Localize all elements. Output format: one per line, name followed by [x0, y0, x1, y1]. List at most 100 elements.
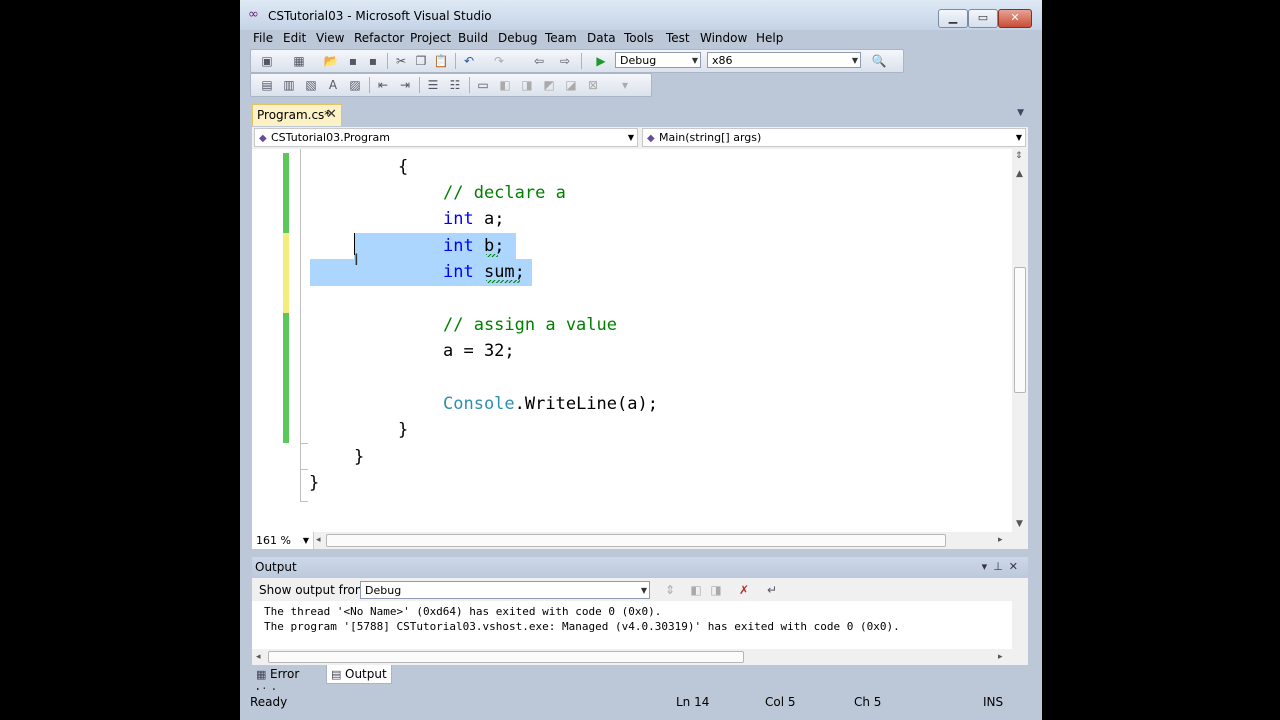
- comment-lines-icon[interactable]: ☰: [425, 77, 441, 93]
- object-browser-icon[interactable]: ▤: [259, 77, 275, 93]
- code-line: a = 32;: [443, 341, 515, 361]
- new-project-icon[interactable]: ▣: [259, 53, 275, 69]
- solution-platform-select[interactable]: x86 ▼: [707, 52, 861, 68]
- scroll-right-icon[interactable]: ▸: [998, 535, 1003, 545]
- scroll-left-icon[interactable]: ◂: [256, 652, 261, 662]
- output-toolbar: Show output from: Debug ▼ ⇕ ◧ ◨ ✗ ↵: [252, 578, 1028, 601]
- minimize-button[interactable]: ▁: [938, 9, 968, 28]
- output-horizontal-scrollbar[interactable]: ◂ ▸: [252, 649, 1028, 665]
- scroll-left-icon[interactable]: ◂: [316, 535, 321, 545]
- word-completion-icon[interactable]: A: [325, 77, 341, 93]
- toolbar-separator: [469, 77, 470, 93]
- save-all-icon[interactable]: ▪: [365, 53, 381, 69]
- chevron-down-icon: ▼: [691, 56, 698, 65]
- scroll-down-icon[interactable]: ▼: [1016, 519, 1023, 529]
- warning-squiggle: [486, 280, 520, 283]
- navigate-backward-icon[interactable]: ⇦: [531, 53, 547, 69]
- scroll-up-icon[interactable]: ▲: [1016, 169, 1023, 179]
- scroll-right-icon[interactable]: ▸: [998, 652, 1003, 662]
- previous-bookmark-folder-icon[interactable]: ◩: [541, 77, 557, 93]
- go-to-next-message-icon[interactable]: ◨: [708, 582, 724, 598]
- tab-output[interactable]: ▤ Output: [326, 665, 392, 684]
- copy-icon[interactable]: ❐: [413, 53, 429, 69]
- add-item-icon[interactable]: ▦: [291, 53, 307, 69]
- output-vertical-scrollbar[interactable]: [1012, 601, 1028, 649]
- increase-indent-icon[interactable]: ⇥: [397, 77, 413, 93]
- visual-studio-logo-icon: ∞: [248, 7, 259, 22]
- go-to-previous-message-icon[interactable]: ◧: [688, 582, 704, 598]
- quick-info-icon[interactable]: ▥: [281, 77, 297, 93]
- navigate-forward-icon[interactable]: ⇨: [557, 53, 573, 69]
- text-editor-toolbar: ▤ ▥ ▧ A ▨ ⇤ ⇥ ☰ ☷ ▭ ◧ ◨ ◩ ◪ ⊠ ▾: [250, 73, 652, 97]
- menu-file[interactable]: File: [253, 31, 273, 45]
- toggle-word-wrap-icon[interactable]: ↵: [764, 582, 780, 598]
- toolbar-overflow-icon[interactable]: ▾: [617, 77, 633, 93]
- decrease-indent-icon[interactable]: ⇤: [375, 77, 391, 93]
- toolbar-separator: [369, 77, 370, 93]
- code-editor[interactable]: { // declare a int a; int b; int sum; //…: [252, 149, 1012, 532]
- split-handle-icon[interactable]: ⇕: [1015, 151, 1023, 161]
- panel-window-controls[interactable]: ▾⊥✕: [982, 560, 1024, 573]
- outlining-tick: [300, 469, 308, 470]
- open-file-icon[interactable]: 📂: [323, 53, 339, 69]
- close-window-button[interactable]: ✕: [998, 9, 1032, 28]
- tab-error-list[interactable]: ▦Error List: [252, 665, 324, 700]
- menu-edit[interactable]: Edit: [283, 31, 306, 45]
- keyword-int: int: [443, 209, 474, 229]
- uncomment-lines-icon[interactable]: ☷: [447, 77, 463, 93]
- next-bookmark-icon[interactable]: ◨: [519, 77, 535, 93]
- menu-view[interactable]: View: [316, 31, 344, 45]
- editor-vertical-scrollbar[interactable]: ⇕ ▲ ▼: [1012, 149, 1028, 532]
- scrollbar-thumb[interactable]: [326, 534, 946, 547]
- paste-icon[interactable]: 📋: [433, 53, 449, 69]
- menu-debug[interactable]: Debug: [498, 31, 537, 45]
- menu-help[interactable]: Help: [756, 31, 783, 45]
- scrollbar-thumb[interactable]: [1014, 267, 1026, 393]
- document-tab-strip: Program.cs* ✕ ▼: [252, 102, 1028, 126]
- configuration-value: Debug: [620, 54, 657, 67]
- undo-icon[interactable]: ↶: [461, 53, 477, 69]
- clear-bookmarks-icon[interactable]: ⊠: [585, 77, 601, 93]
- save-icon[interactable]: ▪: [345, 53, 361, 69]
- menu-bar: File Edit View Refactor Project Build De…: [240, 30, 1042, 48]
- tab-program-cs[interactable]: Program.cs* ✕: [252, 104, 342, 126]
- types-dropdown[interactable]: ◆ CSTutorial03.Program ▼: [254, 128, 638, 147]
- error-list-icon: ▦: [256, 668, 267, 681]
- list-members-icon[interactable]: ▨: [347, 77, 363, 93]
- members-dropdown[interactable]: ◆ Main(string[] args) ▼: [642, 128, 1026, 147]
- warning-squiggle: [486, 254, 498, 257]
- find-in-files-icon[interactable]: 🔍: [871, 53, 887, 69]
- tab-label: Program.cs*: [257, 108, 331, 122]
- menu-test[interactable]: Test: [666, 31, 690, 45]
- menu-tools[interactable]: Tools: [624, 31, 654, 45]
- parameter-info-icon[interactable]: ▧: [303, 77, 319, 93]
- menu-build[interactable]: Build: [458, 31, 488, 45]
- class-icon: ◆: [259, 133, 267, 144]
- zoom-level-select[interactable]: 161 % ▼: [252, 532, 314, 549]
- redo-icon[interactable]: ↷: [491, 53, 507, 69]
- status-column: Col 5: [765, 695, 796, 709]
- scrollbar-thumb[interactable]: [268, 651, 744, 663]
- menu-data[interactable]: Data: [587, 31, 616, 45]
- find-message-icon[interactable]: ⇕: [662, 582, 678, 598]
- menu-project[interactable]: Project: [410, 31, 451, 45]
- menu-window[interactable]: Window: [700, 31, 747, 45]
- toggle-bookmark-icon[interactable]: ▭: [475, 77, 491, 93]
- active-files-dropdown-icon[interactable]: ▼: [1017, 108, 1024, 118]
- previous-bookmark-icon[interactable]: ◧: [497, 77, 513, 93]
- close-icon[interactable]: ✕: [326, 107, 337, 122]
- cut-icon[interactable]: ✂: [393, 53, 409, 69]
- output-line: The thread '<No Name>' (0xd64) has exite…: [264, 605, 662, 618]
- output-source-select[interactable]: Debug ▼: [360, 581, 650, 599]
- standard-toolbar: ▣ ▦ 📂 ▪ ▪ ✂ ❐ 📋 ↶ ↷ ⇦ ⇨ ▶ Debug ▼ x86 ▼ …: [250, 49, 904, 73]
- start-debugging-icon[interactable]: ▶: [593, 53, 609, 69]
- next-bookmark-folder-icon[interactable]: ◪: [563, 77, 579, 93]
- menu-team[interactable]: Team: [545, 31, 577, 45]
- maximize-button[interactable]: ▭: [968, 9, 998, 28]
- editor-horizontal-scrollbar[interactable]: 161 % ▼ ◂ ▸: [252, 532, 1028, 549]
- unsaved-changes-marker: [283, 233, 289, 313]
- solution-configuration-select[interactable]: Debug ▼: [615, 52, 701, 68]
- clear-all-icon[interactable]: ✗: [736, 582, 752, 598]
- chevron-down-icon: ▼: [302, 536, 309, 545]
- menu-refactor[interactable]: Refactor: [354, 31, 404, 45]
